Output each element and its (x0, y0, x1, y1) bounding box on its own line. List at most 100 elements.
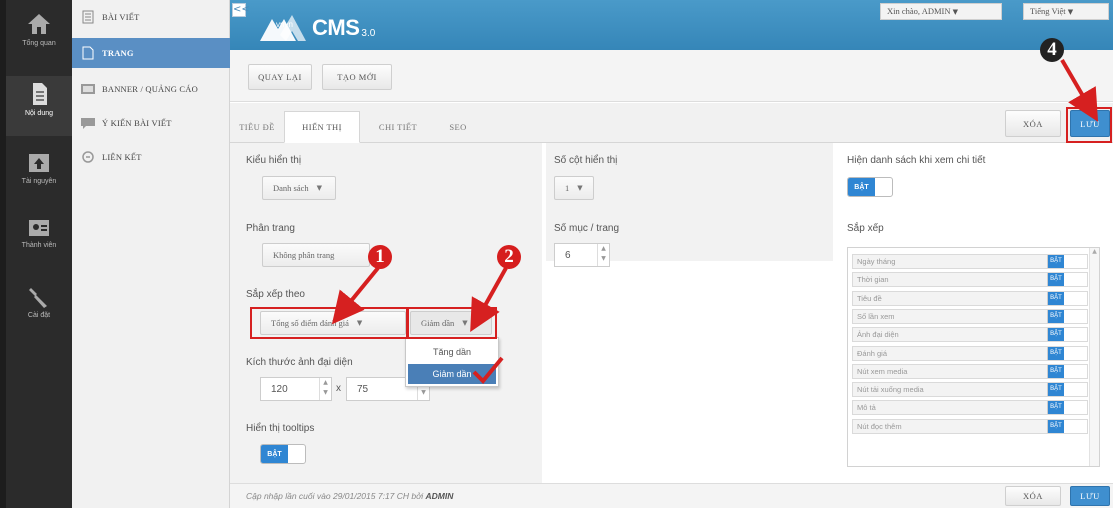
sort-item-toggle[interactable]: BẬT (1047, 401, 1087, 415)
thumbnail-height-value: 75 (357, 383, 369, 395)
thumbnail-width-input[interactable]: 120 ▲ ▼ (260, 377, 332, 401)
tab-seo[interactable]: SEO (436, 111, 480, 143)
toggle-on-label: BẬT (1048, 419, 1064, 433)
sort-item-label: Tiêu đề (857, 293, 882, 303)
annotation-box-sort-order (407, 307, 497, 339)
sort-item-row[interactable]: Tiêu đề BẬT (852, 290, 1088, 306)
footer-save-button[interactable]: LƯU (1070, 486, 1110, 506)
action-bar: QUAY LẠI TẠO MỚI (230, 50, 1113, 102)
user-menu-dropdown[interactable]: Xin chào, ADMIN ▼ (880, 3, 1002, 20)
rail-item-overview[interactable]: Tổng quan (6, 12, 72, 47)
collapse-sidebar-button[interactable]: << (232, 3, 250, 17)
page-icon (82, 46, 94, 60)
language-label: Tiếng Việt (1030, 6, 1066, 16)
app-header: << CMS 3.0 vnvn Xin chào, ADMIN ▼ Tiếng … (230, 0, 1113, 50)
submenu-item-comments[interactable]: Ý KIẾN BÀI VIẾT (72, 108, 230, 138)
toggle-on-label: BẬT (1048, 346, 1064, 360)
chevron-down-icon: ▼ (1067, 8, 1074, 16)
sort-item-toggle[interactable]: BẬT (1047, 255, 1087, 268)
folder-icon (29, 154, 49, 172)
rail-item-content[interactable]: Nội dung (6, 76, 72, 136)
sort-item-toggle[interactable]: BẬT (1047, 328, 1087, 342)
stepper-icon[interactable]: ▲▼ (597, 244, 609, 266)
columns-value: 1 (565, 183, 570, 193)
footer-delete-button[interactable]: XÓA (1005, 486, 1061, 506)
sort-item-row[interactable]: Thời gian BẬT (852, 272, 1088, 288)
toggle-on-label: BẬT (1048, 383, 1064, 397)
form-footer: Cập nhập lần cuối vào 29/01/2015 7:17 CH… (230, 483, 1113, 508)
sort-item-row[interactable]: Ảnh đại diện BẬT (852, 327, 1088, 343)
paging-label: Phân trang (246, 223, 295, 234)
sort-item-toggle[interactable]: BẬT (1047, 383, 1087, 397)
columns-dropdown[interactable]: 1 ▼ (554, 176, 594, 200)
sort-item-label: Nút xem media (857, 366, 908, 376)
sort-items-list: ▲ Ngày tháng BẬT Thời gian BẬT Tiêu đề BẬT Số … (847, 247, 1100, 467)
tab-display[interactable]: HIỂN THỊ (284, 111, 360, 143)
last-updated-prefix: Cập nhập lần cuối vào 29/01/2015 7:17 CH… (246, 491, 424, 501)
submenu-item-pages[interactable]: TRANG (72, 38, 230, 68)
sort-item-row[interactable]: Nút tải xuống media BẬT (852, 382, 1088, 398)
menu-item-descending[interactable]: Giảm dần (408, 364, 496, 384)
sort-item-label: Số lần xem (857, 311, 895, 321)
sort-item-toggle[interactable]: BẬT (1047, 364, 1087, 378)
rail-item-settings[interactable]: Cài đặt (6, 284, 72, 319)
toggle-on-label: BẬT (1048, 309, 1064, 323)
rail-item-members[interactable]: Thành viên (6, 214, 72, 249)
list-scrollbar[interactable]: ▲ (1089, 248, 1099, 466)
toggle-on-label: BẬT (1048, 255, 1064, 268)
submenu-item-articles[interactable]: BÀI VIẾT (72, 2, 230, 32)
sort-item-row[interactable]: Mô tả BẬT (852, 400, 1088, 416)
submenu-item-label: Ý KIẾN BÀI VIẾT (102, 118, 172, 128)
chevron-down-icon: ▼ (316, 184, 323, 192)
submenu-item-links[interactable]: LIÊN KẾT (72, 142, 230, 172)
sort-item-toggle[interactable]: BẬT (1047, 309, 1087, 323)
sort-item-label: Mô tả (857, 403, 876, 413)
tab-detail[interactable]: CHI TIẾT (362, 111, 434, 143)
paging-dropdown[interactable]: Không phân trang (262, 243, 370, 267)
sort-item-toggle[interactable]: BẬT (1047, 419, 1087, 433)
create-new-button[interactable]: TẠO MỚI (322, 64, 392, 90)
rail-item-label: Cài đặt (27, 312, 51, 319)
rail-item-resources[interactable]: Tài nguyên (6, 150, 72, 185)
sort-label: Sắp xếp (847, 223, 884, 234)
sort-item-toggle[interactable]: BẬT (1047, 291, 1087, 305)
per-page-input[interactable]: 6 ▲ ▼ (554, 243, 610, 267)
back-button[interactable]: QUAY LẠI (248, 64, 312, 90)
display-type-dropdown[interactable]: Danh sách ▼ (262, 176, 336, 200)
sort-order-menu: Tăng dần Giảm dần (405, 337, 499, 387)
delete-button[interactable]: XÓA (1005, 110, 1061, 137)
thumbnail-width-value: 120 (271, 383, 288, 395)
tooltips-toggle[interactable]: BẬT (260, 444, 306, 464)
language-dropdown[interactable]: Tiếng Việt ▼ (1023, 3, 1109, 20)
wrench-icon (29, 288, 47, 308)
toggle-on-label: BẬT (1048, 364, 1064, 378)
show-list-toggle[interactable]: BẬT (847, 177, 893, 197)
stepper-icon[interactable]: ▲▼ (319, 378, 331, 400)
sort-item-row[interactable]: Nút xem media BẬT (852, 363, 1088, 379)
sort-item-toggle[interactable]: BẬT (1047, 346, 1087, 360)
sort-item-toggle[interactable]: BẬT (1047, 273, 1087, 287)
menu-item-ascending[interactable]: Tăng dần (408, 342, 496, 362)
sort-item-row[interactable]: Ngày tháng BẬT (852, 254, 1088, 269)
home-icon (28, 14, 50, 34)
sort-item-label: Nút đọc thêm (857, 421, 902, 431)
paging-value: Không phân trang (273, 250, 335, 260)
sort-item-row[interactable]: Số lần xem BẬT (852, 308, 1088, 324)
size-separator: x (336, 383, 341, 394)
sort-item-label: Ngày tháng (857, 257, 896, 266)
sort-item-row[interactable]: Nút đọc thêm BẬT (852, 418, 1088, 434)
annotation-badge-1: 1 (368, 245, 392, 269)
sort-by-label: Sắp xếp theo (246, 289, 305, 300)
last-updated-author: ADMIN (425, 491, 454, 501)
rail-item-label: Thành viên (21, 242, 57, 249)
submenu-item-label: TRANG (102, 48, 134, 58)
submenu-item-banners[interactable]: BANNER / QUẢNG CÁO (72, 74, 230, 104)
sort-item-row[interactable]: Đánh giá BẬT (852, 345, 1088, 361)
link-icon (82, 151, 94, 163)
rail-item-label: Nội dung (24, 110, 54, 117)
tab-title[interactable]: TIÊU ĐỀ (230, 111, 284, 143)
annotation-badge-4: 4 (1040, 38, 1064, 62)
comment-icon (81, 118, 95, 129)
toggle-on-label: BẬT (261, 445, 288, 463)
toggle-on-label: BẬT (848, 178, 875, 196)
